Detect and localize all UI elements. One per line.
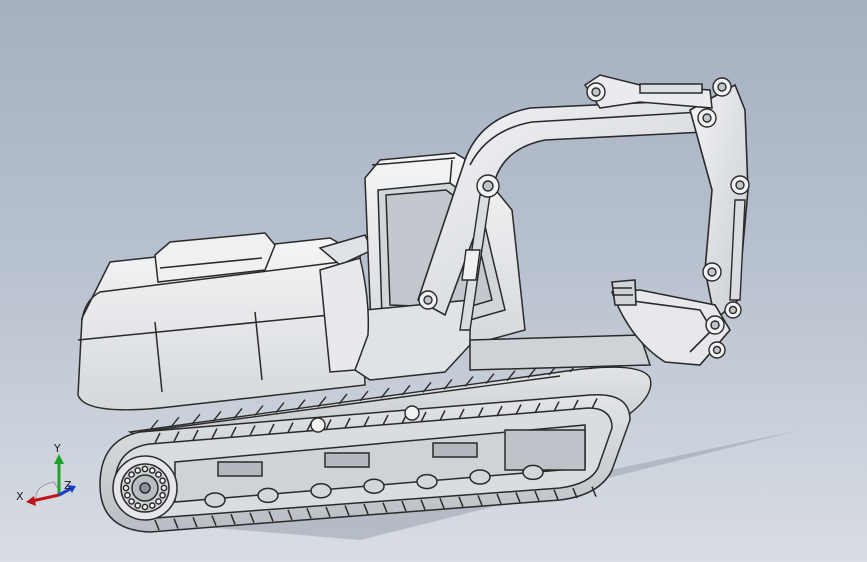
graphics-viewport[interactable]: X Y Z [0, 0, 867, 562]
track-frame-slot [217, 461, 263, 477]
y-axis-label: Y [54, 442, 61, 455]
track-front [99, 393, 631, 533]
x-axis-label: X [16, 490, 24, 503]
z-axis-label: Z [64, 479, 72, 492]
track-frame-slot [432, 442, 478, 458]
track-frame-slot [324, 452, 370, 468]
coordinate-triad[interactable]: X Y Z [14, 440, 78, 506]
excavator-model[interactable] [0, 0, 867, 562]
